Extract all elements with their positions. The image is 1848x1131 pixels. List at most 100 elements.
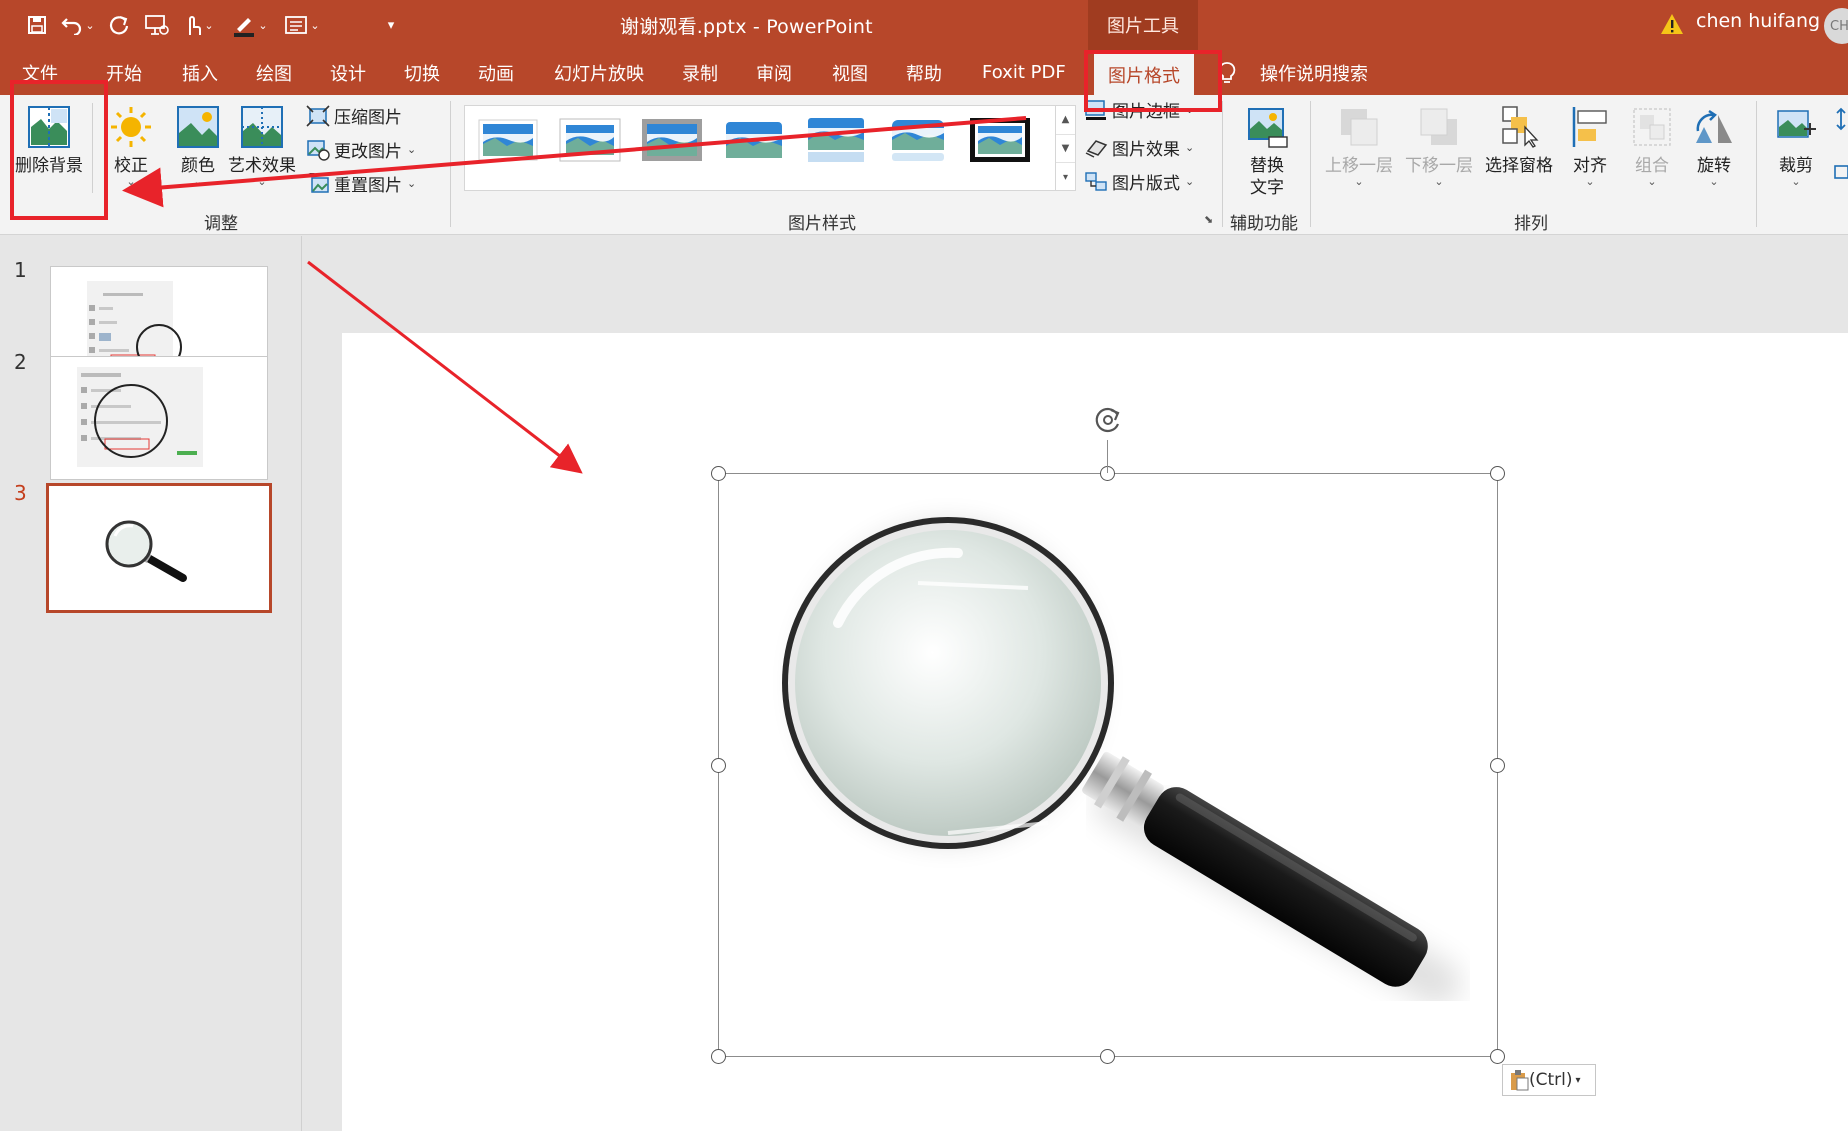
tab-transitions[interactable]: 切换 [404, 50, 440, 95]
undo-icon[interactable]: ⌄ [58, 10, 98, 40]
layout-icon[interactable]: ⌄ [280, 10, 324, 40]
gallery-more-icon[interactable]: ▾ [1056, 163, 1075, 192]
tab-foxit-pdf[interactable]: Foxit PDF [982, 50, 1066, 95]
paste-options-label: (Ctrl) [1529, 1070, 1573, 1090]
send-backward-label: 下移一层 [1405, 156, 1473, 176]
present-icon[interactable] [140, 10, 174, 40]
user-name[interactable]: chen huifang [1696, 10, 1820, 32]
avatar[interactable]: CH [1824, 8, 1848, 44]
slide-thumbnail-pane: 1 2 3 [0, 236, 302, 1131]
color-label: 颜色 [181, 156, 215, 176]
tab-design[interactable]: 设计 [330, 50, 366, 95]
dialog-launcher-icon[interactable]: ⬊ [1204, 213, 1213, 226]
tab-animations[interactable]: 动画 [478, 50, 514, 95]
picture-effects-button[interactable]: 图片效果 ⌄ [1084, 135, 1194, 160]
picture-layout-button[interactable]: 图片版式 ⌄ [1084, 169, 1194, 194]
group-label-accessibility: 辅助功能 [1230, 214, 1298, 234]
picture-style-black-frame[interactable] [969, 116, 1031, 164]
tab-home[interactable]: 开始 [106, 50, 142, 95]
tab-review[interactable]: 审阅 [756, 50, 792, 95]
corrections-button[interactable]: 校正 ⌄ [104, 105, 158, 187]
divider [1756, 101, 1757, 227]
pen-color-icon[interactable]: ⌄ [228, 10, 272, 40]
selection-pane-icon [1502, 106, 1539, 148]
tab-help[interactable]: 帮助 [906, 50, 942, 95]
gallery-scroll: ▲ ▼ ▾ [1056, 105, 1076, 191]
alt-text-icon [1248, 108, 1288, 148]
crop-button[interactable]: 裁剪 ⌄ [1768, 105, 1824, 187]
customize-caret-icon[interactable]: ▾ [380, 10, 400, 40]
rotate-stem [1107, 440, 1108, 473]
resize-handle-right[interactable] [1490, 758, 1505, 773]
divider [450, 101, 451, 227]
slide-thumbnail-2[interactable] [50, 356, 268, 480]
picture-style-white-border[interactable] [559, 116, 621, 164]
picture-layout-label: 图片版式 [1112, 174, 1180, 194]
group-label-arrange: 排列 [1514, 214, 1548, 234]
ribbon-tab-bar: 文件 开始 插入 绘图 设计 切换 动画 幻灯片放映 录制 审阅 视图 帮助 F… [0, 50, 1848, 95]
warning-icon[interactable] [1660, 13, 1684, 39]
tab-record[interactable]: 录制 [682, 50, 718, 95]
resize-handle-top-right[interactable] [1490, 466, 1505, 481]
picture-style-simple-frame[interactable] [477, 116, 539, 164]
group-button[interactable]: 组合 ⌄ [1622, 105, 1682, 187]
alt-text-button[interactable]: 替换 文字 [1240, 105, 1294, 199]
rotate-label: 旋转 [1697, 156, 1731, 176]
align-button[interactable]: 对齐 ⌄ [1560, 105, 1620, 187]
reset-picture-button[interactable]: 重置图片 ⌄ [306, 171, 416, 196]
selection-pane-label: 选择窗格 [1485, 156, 1553, 176]
reset-picture-icon [307, 172, 329, 193]
artistic-effects-button[interactable]: 艺术效果 ⌄ [226, 105, 298, 187]
gallery-scroll-up-icon[interactable]: ▲ [1056, 106, 1075, 135]
resize-handle-bottom[interactable] [1100, 1049, 1115, 1064]
picture-style-reflection[interactable] [805, 116, 867, 164]
send-backward-icon [1420, 108, 1457, 145]
picture-layout-icon [1085, 171, 1107, 191]
resize-handle-left[interactable] [711, 758, 726, 773]
resize-handle-bottom-right[interactable] [1490, 1049, 1505, 1064]
tab-view[interactable]: 视图 [832, 50, 868, 95]
picture-styles-gallery [464, 105, 1056, 191]
bring-forward-icon [1341, 109, 1378, 146]
chevron-down-icon: ⌄ [1585, 175, 1595, 188]
chevron-down-icon: ⌄ [407, 177, 417, 190]
height-icon[interactable] [1834, 107, 1848, 135]
redo-icon[interactable] [104, 10, 134, 40]
annotation-box-picture-format-tab [1084, 50, 1222, 112]
divider [1222, 101, 1223, 227]
group-label-picture-styles: 图片样式 [788, 214, 856, 234]
selection-pane-button[interactable]: 选择窗格 [1482, 105, 1556, 177]
change-picture-button[interactable]: 更改图片 ⌄ [306, 137, 416, 162]
window-title: 谢谢观看.pptx - PowerPoint [620, 16, 873, 38]
send-backward-button[interactable]: 下移一层 ⌄ [1402, 105, 1476, 187]
tab-slideshow[interactable]: 幻灯片放映 [554, 50, 644, 95]
tell-me-search[interactable]: 操作说明搜索 [1260, 50, 1368, 95]
gallery-scroll-down-icon[interactable]: ▼ [1056, 135, 1075, 164]
picture-style-gray-frame[interactable] [641, 116, 703, 164]
compress-pictures-button[interactable]: 压缩图片 [306, 103, 402, 128]
rotate-button[interactable]: 旋转 ⌄ [1684, 105, 1744, 187]
chevron-down-icon: ⌄ [1185, 141, 1195, 154]
change-picture-icon [307, 139, 330, 161]
save-icon[interactable] [22, 10, 52, 40]
alt-text-label-line2: 文字 [1250, 178, 1284, 198]
picture-style-rounded-reflection[interactable] [887, 116, 949, 164]
width-icon[interactable] [1834, 161, 1848, 187]
picture-style-soft-edge[interactable] [723, 116, 785, 164]
rotate-icon [1696, 109, 1732, 143]
slide-number: 3 [14, 481, 27, 505]
tab-draw[interactable]: 绘图 [256, 50, 292, 95]
resize-handle-bottom-left[interactable] [711, 1049, 726, 1064]
slide-thumbnail-3[interactable] [46, 483, 272, 613]
chevron-down-icon: ⌄ [407, 143, 417, 156]
tab-insert[interactable]: 插入 [182, 50, 218, 95]
resize-handle-top-left[interactable] [711, 466, 726, 481]
paste-options-button[interactable]: (Ctrl) ▾ [1502, 1064, 1596, 1096]
chevron-down-icon: ⌄ [257, 175, 267, 188]
bring-forward-button[interactable]: 上移一层 ⌄ [1322, 105, 1396, 187]
chevron-down-icon: ⌄ [1434, 175, 1444, 188]
rotate-handle-icon[interactable] [1093, 404, 1123, 444]
corrections-label: 校正 [114, 156, 148, 176]
touch-mode-icon[interactable]: ⌄ [176, 10, 220, 40]
color-button[interactable]: 颜色 ⌄ [170, 105, 226, 187]
